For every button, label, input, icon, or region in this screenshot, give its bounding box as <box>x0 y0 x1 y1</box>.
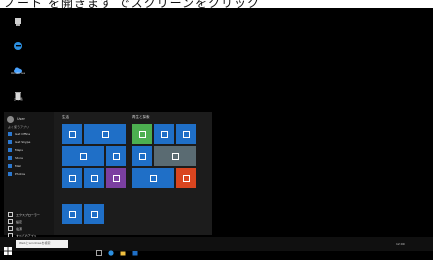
twitter-icon <box>90 210 98 218</box>
store-taskbar-icon[interactable] <box>132 241 138 256</box>
system-clock[interactable]: 12:00 <box>396 242 405 246</box>
app-item[interactable]: Mail <box>8 162 52 170</box>
tile-news[interactable] <box>154 146 196 166</box>
tile-mail[interactable] <box>84 124 126 144</box>
folder-icon <box>8 212 13 217</box>
tile-skype[interactable] <box>132 168 174 188</box>
tile-groove[interactable] <box>154 124 174 144</box>
power-item[interactable]: 電源 <box>8 225 52 232</box>
tile-xbox[interactable] <box>132 124 152 144</box>
calendar-icon <box>68 130 76 138</box>
tile-store[interactable] <box>132 146 152 166</box>
app-label: Maps <box>15 148 23 152</box>
skype-video-icon <box>68 210 76 218</box>
edge-icon <box>79 152 87 160</box>
tile-cortana[interactable] <box>62 168 82 188</box>
bottom-label: 電源 <box>16 226 23 231</box>
bottom-label: エクスプローラー <box>16 212 40 217</box>
power-icon <box>8 226 13 231</box>
tile-calendar[interactable] <box>62 124 82 144</box>
this-pc-icon <box>13 12 23 26</box>
taskbar: Webとwindowsを検索 12:00 <box>0 237 433 256</box>
start-button[interactable] <box>4 240 12 255</box>
start-rail: User よく使うアプリ Get Office Get Skype Maps S… <box>4 112 54 238</box>
file-explorer-taskbar-icon[interactable] <box>120 241 126 256</box>
groove-icon <box>160 130 168 138</box>
tile-skype-video[interactable] <box>62 204 82 224</box>
skype-icon <box>149 174 157 182</box>
app-item[interactable]: Get Skype <box>8 138 52 146</box>
caption-bar: ノート を開きます でスクリーンをクリック <box>0 0 433 8</box>
weather-icon <box>90 174 98 182</box>
gear-icon <box>8 219 13 224</box>
desktop-icon-recycle-bin[interactable]: ごみ箱 <box>10 86 26 101</box>
edge-icon <box>13 36 23 50</box>
app-list: Get Office Get Skype Maps Store Mail Pho… <box>8 130 52 178</box>
app-label: Photos <box>15 172 26 176</box>
edge-taskbar-icon[interactable] <box>108 241 114 256</box>
office-icon <box>182 174 190 182</box>
avatar <box>7 115 14 123</box>
desktop-icon-onedrive[interactable]: OneDrive <box>10 60 26 75</box>
app-icon <box>8 164 12 168</box>
store-icon <box>138 152 146 160</box>
windows-logo-icon <box>4 247 12 255</box>
user-name: User <box>17 117 25 121</box>
desktop-icon-pc[interactable]: PC <box>10 12 26 27</box>
start-bottom-list: エクスプローラー 設定 電源 すべてのアプリ <box>8 211 52 239</box>
app-label: Store <box>15 156 23 160</box>
tile-office[interactable] <box>176 168 196 188</box>
app-icon <box>8 140 12 144</box>
tile-twitter[interactable] <box>84 204 104 224</box>
app-item[interactable]: Store <box>8 154 52 162</box>
tile-movies[interactable] <box>176 124 196 144</box>
news-icon <box>171 152 179 160</box>
most-used-label: よく使うアプリ <box>8 125 30 129</box>
search-placeholder: Webとwindowsを検索 <box>19 241 51 245</box>
group-title-life: 生活 <box>62 115 69 119</box>
group-title-play: 再生と探索 <box>132 115 150 119</box>
settings-item[interactable]: 設定 <box>8 218 52 225</box>
app-label: Mail <box>15 164 22 168</box>
search-input[interactable]: Webとwindowsを検索 <box>16 240 68 248</box>
user-account[interactable]: User <box>7 115 25 123</box>
desktop-icon-edge[interactable] <box>10 36 26 50</box>
xbox-icon <box>138 130 146 138</box>
start-menu: User よく使うアプリ Get Office Get Skype Maps S… <box>4 112 212 238</box>
tile-onenote[interactable] <box>106 168 126 188</box>
mail-icon <box>101 130 109 138</box>
photos-icon <box>112 152 120 160</box>
caption-text: ノート を開きます でスクリーンをクリック <box>4 0 261 8</box>
file-explorer-item[interactable]: エクスプローラー <box>8 211 52 218</box>
app-item[interactable]: Get Office <box>8 130 52 138</box>
app-label: Get Skype <box>15 140 31 144</box>
tile-weather[interactable] <box>84 168 104 188</box>
app-icon <box>8 132 12 136</box>
app-item[interactable]: Maps <box>8 146 52 154</box>
tile-edge[interactable] <box>62 146 104 166</box>
movies-icon <box>182 130 190 138</box>
app-item[interactable]: Photos <box>8 170 52 178</box>
tile-photos[interactable] <box>106 146 126 166</box>
app-label: Get Office <box>15 132 31 136</box>
desktop-icon-label: OneDrive <box>10 71 26 75</box>
onenote-icon <box>112 174 120 182</box>
onedrive-icon <box>13 60 23 74</box>
bottom-label: 設定 <box>16 219 23 224</box>
app-icon <box>8 148 12 152</box>
cortana-icon <box>68 174 76 182</box>
task-view-icon[interactable] <box>96 241 102 256</box>
recycle-bin-icon <box>13 86 23 100</box>
app-icon <box>8 172 12 176</box>
app-icon <box>8 156 12 160</box>
